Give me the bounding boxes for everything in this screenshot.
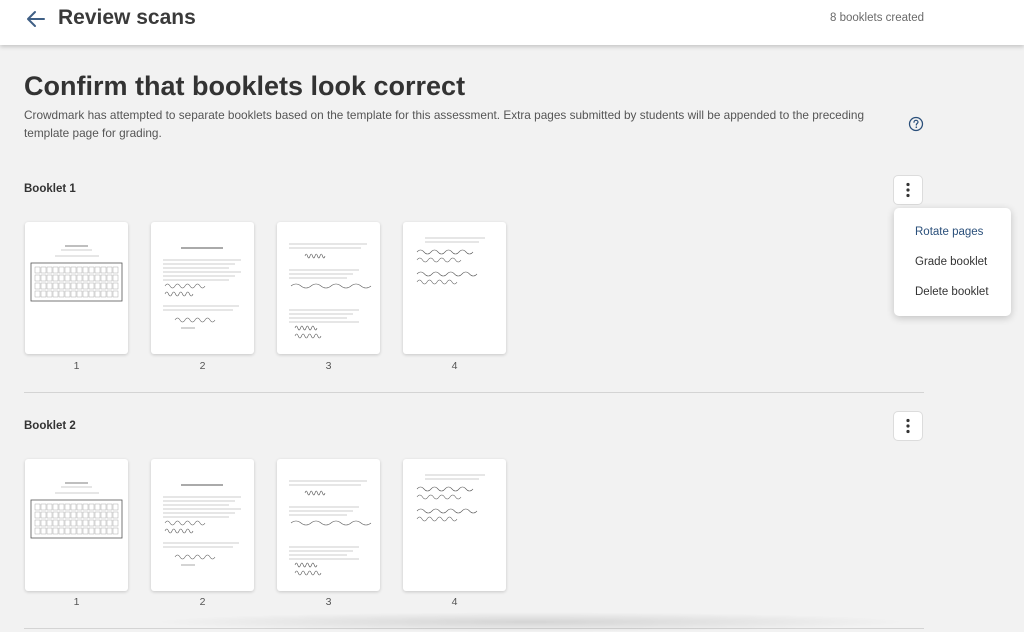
scanned-page-image <box>30 245 123 302</box>
page-number: 1 <box>73 360 80 372</box>
scroll-shadow <box>150 612 910 632</box>
page-thumbnail[interactable] <box>151 459 254 591</box>
page-number: 2 <box>199 360 206 372</box>
scanned-page-image <box>416 237 485 285</box>
question-circle-icon[interactable] <box>908 116 924 132</box>
page-thumbnail[interactable] <box>25 459 128 591</box>
scanned-page-image <box>289 480 372 576</box>
booklet-count-status: 8 booklets created <box>830 12 924 24</box>
menu-item-rotate-pages[interactable]: Rotate pages <box>894 217 1011 247</box>
page-number: 3 <box>325 596 332 608</box>
booklet-options-button[interactable] <box>893 411 923 441</box>
page-number: 2 <box>199 596 206 608</box>
page-number: 4 <box>451 596 458 608</box>
booklet-options-button[interactable] <box>893 175 923 205</box>
page-number: 4 <box>451 360 458 372</box>
page-number: 3 <box>325 360 332 372</box>
page-number: 1 <box>73 596 80 608</box>
back-arrow-icon[interactable] <box>24 7 48 31</box>
page-description: Crowdmark has attempted to separate book… <box>24 108 865 140</box>
menu-item-grade-booklet[interactable]: Grade booklet <box>894 247 1011 277</box>
more-vertical-icon <box>906 182 910 198</box>
page-thumbnail[interactable] <box>403 459 506 591</box>
scanned-page-image <box>163 484 241 566</box>
page-thumbnail[interactable] <box>151 222 254 354</box>
booklet-title: Booklet 2 <box>24 420 76 432</box>
page-thumbnail[interactable] <box>277 222 380 354</box>
booklet-options-menu: Rotate pages Grade booklet Delete bookle… <box>894 208 1011 316</box>
scanned-page-image <box>163 247 241 329</box>
page-thumbnail[interactable] <box>25 222 128 354</box>
page-thumbnail[interactable] <box>403 222 506 354</box>
menu-item-delete-booklet[interactable]: Delete booklet <box>894 277 1011 307</box>
top-bar: Review scans 8 booklets created <box>0 0 1024 45</box>
scanned-page-image <box>30 482 123 539</box>
scanned-page-image <box>416 474 485 522</box>
page-header-title: Review scans <box>58 6 196 29</box>
booklet-title: Booklet 1 <box>24 183 76 195</box>
booklet-divider <box>24 392 924 393</box>
scanned-page-image <box>289 243 372 339</box>
page-thumbnail[interactable] <box>277 459 380 591</box>
more-vertical-icon <box>906 418 910 434</box>
page-title: Confirm that booklets look correct <box>24 71 466 101</box>
